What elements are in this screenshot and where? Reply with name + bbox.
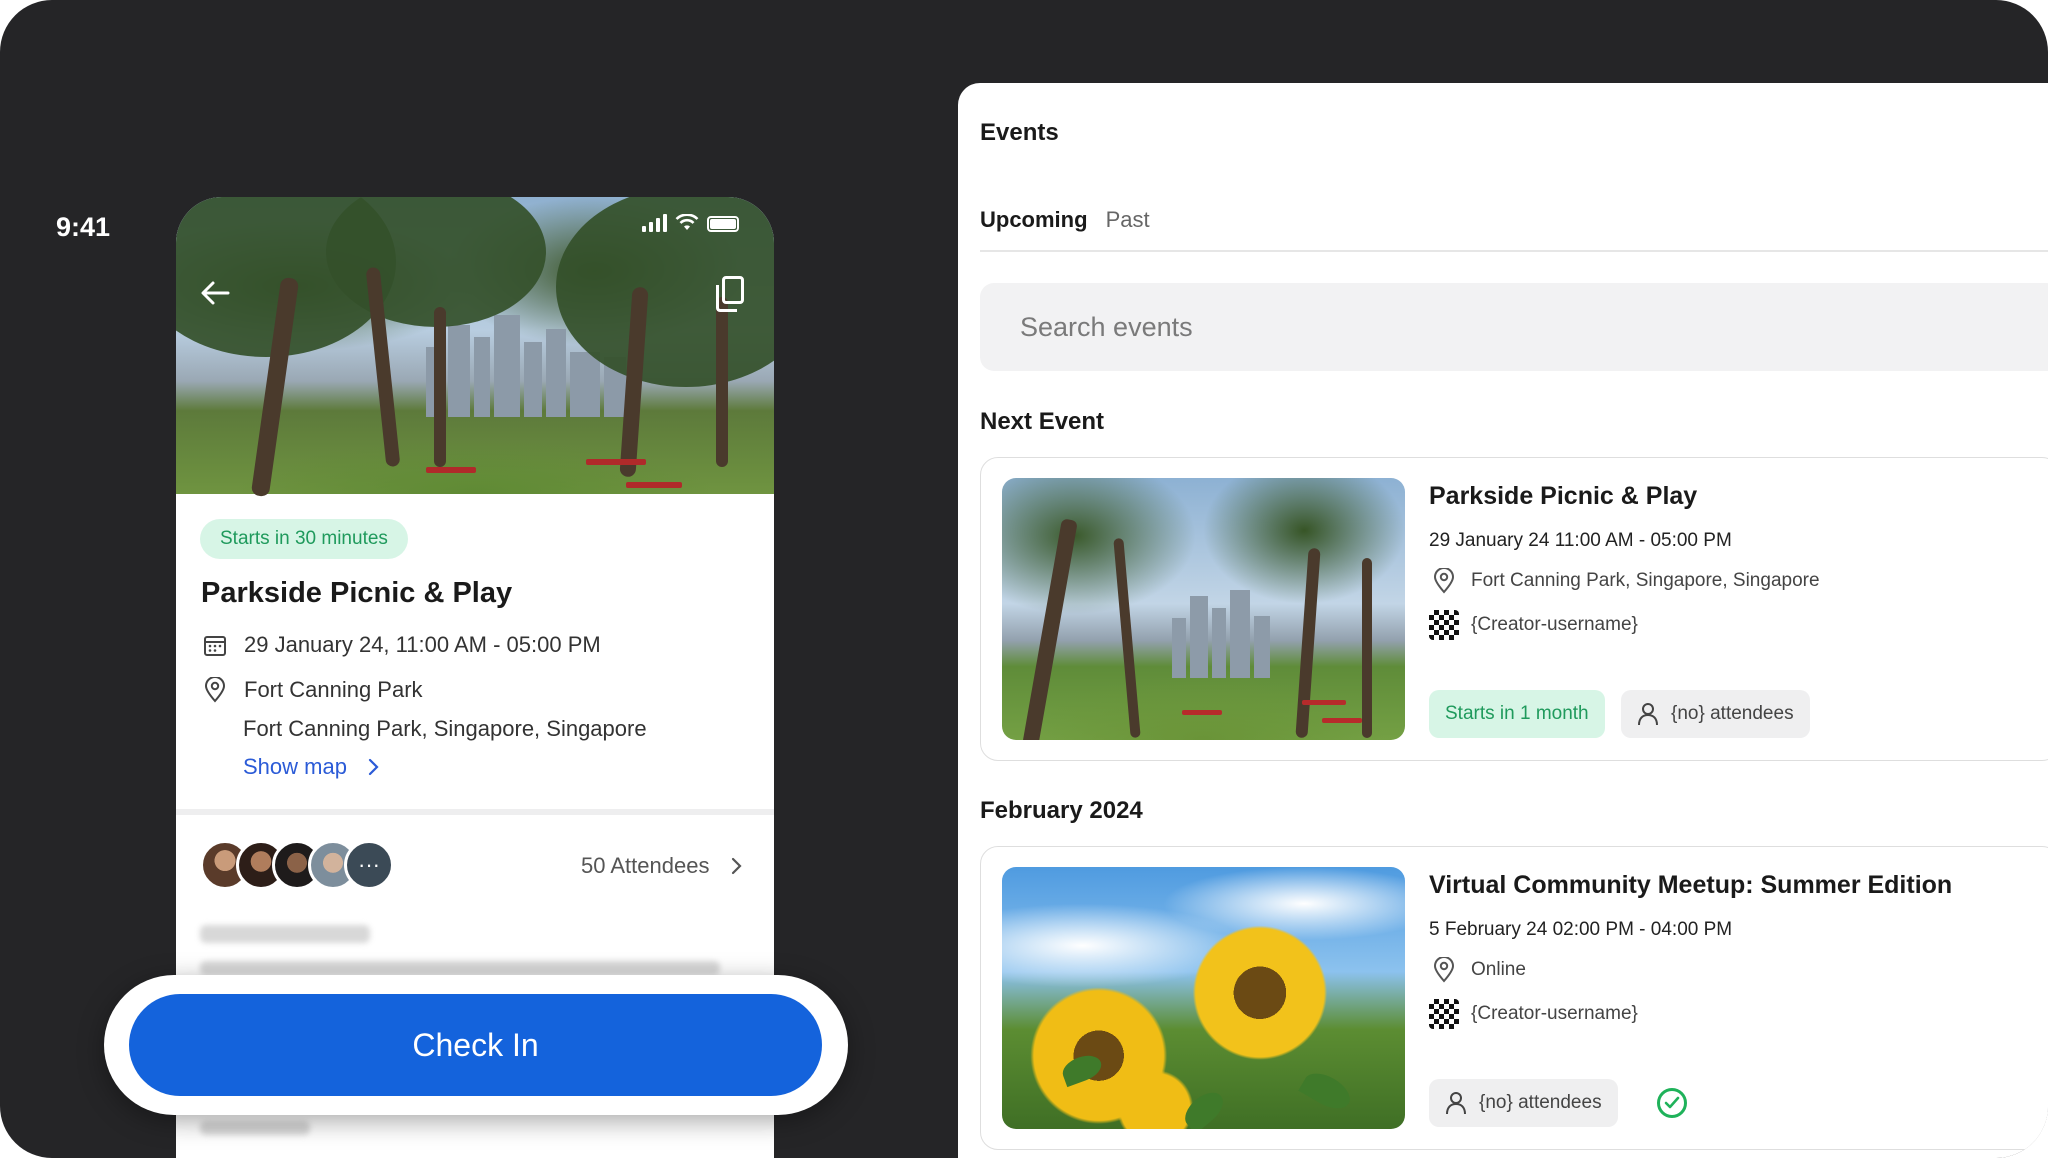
events-tabs: Upcoming Past [980,207,1150,233]
search-input[interactable] [980,283,2048,371]
next-event-heading: Next Event [980,408,1105,435]
about-heading-blurred [200,925,370,943]
event-creator: {Creator-username} [1471,1003,1638,1024]
event-datetime: 5 February 24 02:00 PM - 04:00 PM [1429,919,1733,940]
event-datetime: 29 January 24, 11:00 AM - 05:00 PM [244,632,601,657]
about-text-blurred [200,961,720,975]
location-pin-icon [1429,957,1459,983]
event-creator-row: {Creator-username} [1429,999,1638,1029]
attendees-pill: {no} attendees [1621,690,1810,738]
event-creator: {Creator-username} [1471,614,1638,635]
event-title: Parkside Picnic & Play [201,577,513,609]
event-location-row: Fort Canning Park, Singapore, Singapore [1429,568,1820,594]
location-pin-icon [201,677,229,703]
attendees-pill: {no} attendees [1429,1079,1618,1127]
event-datetime-row: 29 January 24, 11:00 AM - 05:00 PM [201,632,601,658]
more-attendees-icon: ··· [344,840,394,890]
event-location-row: Online [1429,957,1526,983]
location-pin-icon [1429,568,1459,594]
copy-icon[interactable] [716,276,744,312]
wifi-icon [675,214,699,230]
event-venue: Fort Canning Park [244,677,423,702]
checked-in-icon [1657,1088,1687,1118]
event-creator-row: {Creator-username} [1429,610,1638,640]
battery-icon [707,216,739,232]
creator-avatar-icon [1429,999,1459,1029]
event-venue-row: Fort Canning Park [201,677,423,703]
calendar-icon [201,633,229,657]
attendees-count: 50 Attendees [581,853,710,878]
event-card[interactable]: Virtual Community Meetup: Summer Edition… [980,846,2048,1150]
canvas-background: 9:41 Starts in 30 minutes Parkside Picni… [0,0,2048,1158]
show-map-label: Show map [243,754,347,779]
show-map-link[interactable]: Show map [243,754,379,780]
attendees-link[interactable]: 50 Attendees [581,853,742,879]
event-image [1002,867,1405,1129]
person-icon [1637,702,1659,726]
starts-soon-badge: Starts in 30 minutes [200,519,408,559]
creator-avatar-icon [1429,610,1459,640]
status-time: 9:41 [56,212,111,242]
starts-badge: Starts in 1 month [1429,690,1605,738]
event-image [1002,478,1405,740]
page-title: Events [980,119,1059,146]
person-icon [1445,1091,1467,1115]
event-location: Fort Canning Park, Singapore, Singapore [1471,570,1820,591]
tab-upcoming[interactable]: Upcoming [980,207,1088,233]
event-location: Online [1471,959,1526,980]
tab-past[interactable]: Past [1106,207,1150,233]
event-title: Virtual Community Meetup: Summer Edition [1429,871,1953,899]
chevron-right-icon [368,758,379,776]
event-title: Parkside Picnic & Play [1429,482,1698,510]
event-hero-image [176,197,774,498]
attendees-count: {no} attendees [1671,703,1794,724]
event-datetime: 29 January 24 11:00 AM - 05:00 PM [1429,530,1732,551]
section-divider [176,809,774,815]
attendees-count: {no} attendees [1479,1092,1602,1113]
back-arrow-icon[interactable] [198,276,232,310]
check-in-button[interactable]: Check In [129,994,822,1096]
month-heading: February 2024 [980,797,1143,824]
event-address: Fort Canning Park, Singapore, Singapore [243,716,647,741]
status-bar-icons [642,214,739,232]
signal-icon [642,214,667,232]
attendee-avatars[interactable]: ··· [200,840,394,890]
event-card[interactable]: Parkside Picnic & Play 29 January 24 11:… [980,457,2048,761]
about-text-blurred [200,1121,310,1135]
tabs-divider [980,250,2048,252]
chevron-right-icon [731,857,742,875]
